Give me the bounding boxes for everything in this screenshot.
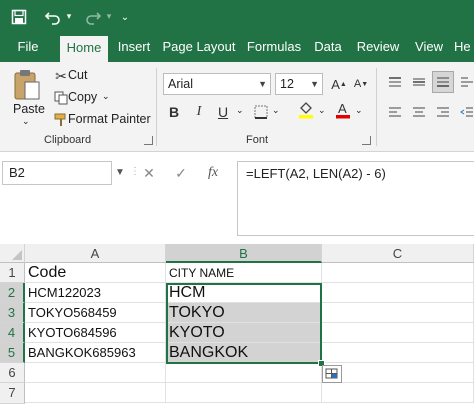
align-left-icon[interactable] [384,101,406,123]
borders-icon[interactable] [250,101,272,123]
borders-dropdown-icon[interactable]: ⌄ [272,105,280,116]
underline-button[interactable]: U [212,101,234,123]
align-center-icon[interactable] [408,101,430,123]
paste-icon[interactable] [12,68,42,102]
row-header-7[interactable]: 7 [0,383,25,404]
save-icon[interactable] [8,6,30,28]
svg-text:A: A [338,101,347,116]
middle-align-icon[interactable] [408,71,430,93]
fill-color-dropdown-icon[interactable]: ⌄ [318,105,326,116]
formula-input[interactable]: =LEFT(A2, LEN(A2) - 6) [237,161,474,236]
align-right-icon[interactable] [432,101,454,123]
tab-home[interactable]: Home [60,36,108,62]
cell-c2[interactable] [322,283,474,303]
ribbon: Paste ⌄ ✂ Cut Copy ⌄ Format Painter Clip… [0,62,474,152]
top-align-icon[interactable] [384,71,406,93]
cell-b7[interactable] [166,383,322,403]
undo-icon[interactable] [42,6,64,28]
tab-file[interactable]: File [8,34,48,62]
font-size-select[interactable]: 12 ▼ [275,73,323,95]
cell-b5[interactable]: BANGKOK [166,343,322,363]
clipboard-group-label: Clipboard [44,134,92,146]
paste-button[interactable]: Paste [13,102,45,116]
row-header-3[interactable]: 3 [0,303,25,323]
cell-a4[interactable]: KYOTO684596 [25,323,166,343]
select-all-corner[interactable] [0,244,25,263]
copy-dropdown-icon[interactable]: ⌄ [102,91,110,102]
tab-data[interactable]: Data [308,34,348,62]
cell-c6[interactable] [322,363,474,383]
cell-a6[interactable] [25,363,166,383]
tab-page-layout[interactable]: Page Layout [160,34,238,62]
font-color-dropdown-icon[interactable]: ⌄ [355,105,363,116]
insert-function-button[interactable]: fx [202,161,224,185]
quick-analysis-icon[interactable] [322,365,342,383]
redo-dropdown-icon[interactable]: ▾ [104,6,114,28]
tab-view[interactable]: View [408,34,450,62]
font-group-label: Font [246,134,269,146]
quick-access-toolbar: ▾ ▾ ⌄ [0,0,474,34]
copy-button[interactable]: Copy [68,90,97,104]
font-color-icon[interactable]: A [332,99,354,121]
row-header-5[interactable]: 5 [0,343,25,363]
ribbon-divider [156,68,157,146]
ribbon-divider [376,68,377,146]
cell-b3[interactable]: TOKYO [166,303,322,323]
ribbon-tabs: File Home Insert Page Layout Formulas Da… [0,34,474,62]
format-painter-button[interactable]: Format Painter [68,112,151,126]
chevron-down-icon: ▼ [258,79,267,89]
undo-dropdown-icon[interactable]: ▾ [64,6,74,28]
name-box-dropdown-icon[interactable]: ▼ [113,161,127,185]
tab-review[interactable]: Review [352,34,404,62]
bold-button[interactable]: B [163,101,185,123]
font-launcher-icon[interactable] [362,136,371,145]
chevron-down-icon: ▼ [310,79,319,89]
cell-a7[interactable] [25,383,166,403]
column-header-a[interactable]: A [25,244,166,263]
cell-a3[interactable]: TOKYO568459 [25,303,166,323]
tab-help[interactable]: He [454,34,474,62]
column-header-c[interactable]: C [322,244,474,263]
cell-c1[interactable] [322,263,474,283]
redo-icon[interactable] [82,6,104,28]
cancel-icon[interactable]: ✕ [138,161,160,185]
italic-button[interactable]: I [188,101,210,123]
worksheet-grid: A B C 1 2 3 4 5 6 7 Code CITY NAME HCM12… [0,244,474,404]
font-family-select[interactable]: Arial ▼ [163,73,271,95]
enter-icon[interactable]: ✓ [170,161,192,185]
increase-font-icon[interactable]: A ▲ [328,73,350,95]
customize-icon[interactable]: ⌄ [118,6,132,28]
row-header-1[interactable]: 1 [0,263,25,283]
cell-c5[interactable] [322,343,474,363]
cell-a5[interactable]: BANGKOK685963 [25,343,166,363]
cell-b1[interactable]: CITY NAME [166,263,322,283]
paste-dropdown-icon[interactable]: ⌄ [22,116,30,127]
tab-formulas[interactable]: Formulas [242,34,306,62]
formula-bar: B2 ▼ ⋮ ✕ ✓ fx =LEFT(A2, LEN(A2) - 6) [0,152,474,236]
decrease-font-icon[interactable]: A ▼ [350,73,372,95]
underline-dropdown-icon[interactable]: ⌄ [236,105,244,116]
cut-button[interactable]: Cut [68,68,87,82]
name-box[interactable]: B2 [2,161,112,185]
fill-color-icon[interactable] [295,99,317,121]
cell-a2[interactable]: HCM122023 [25,283,166,303]
cell-c7[interactable] [322,383,474,403]
cell-b4[interactable]: KYOTO [166,323,322,343]
cell-b6[interactable] [166,363,322,383]
decrease-indent-icon[interactable] [456,101,474,123]
clipboard-launcher-icon[interactable] [144,136,153,145]
row-header-4[interactable]: 4 [0,323,25,343]
bottom-align-icon[interactable] [432,71,454,93]
tab-insert[interactable]: Insert [112,34,156,62]
cell-c4[interactable] [322,323,474,343]
column-header-b[interactable]: B [166,244,322,263]
row-header-6[interactable]: 6 [0,363,25,383]
orientation-icon[interactable] [456,71,474,93]
row-header-2[interactable]: 2 [0,283,25,303]
cell-b2[interactable]: HCM [166,283,322,303]
cell-c3[interactable] [322,303,474,323]
cell-a1[interactable]: Code [25,263,166,283]
